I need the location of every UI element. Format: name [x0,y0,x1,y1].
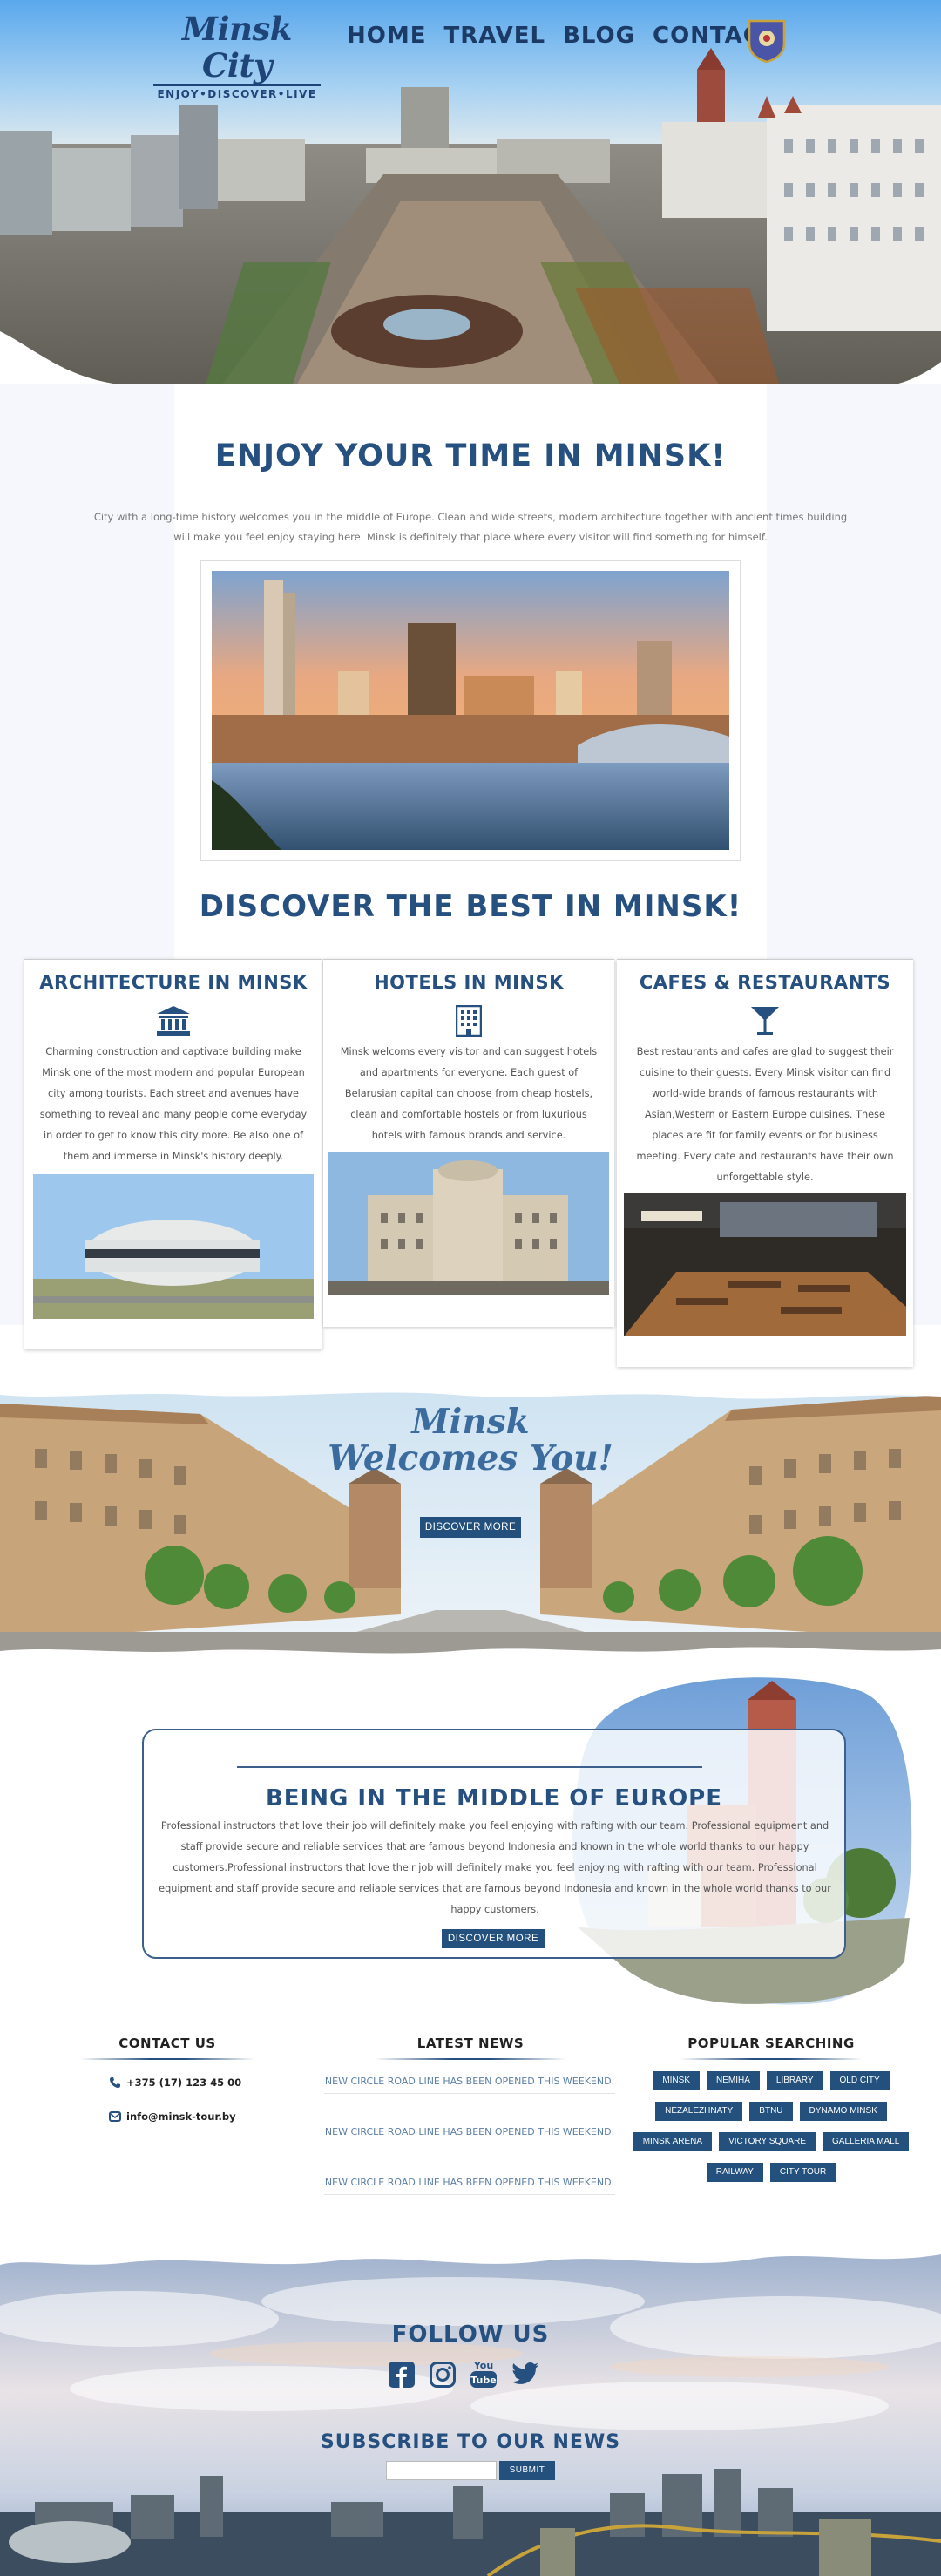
tag-btnu[interactable]: BTNU [749,2102,793,2121]
card-architecture: ARCHITECTURE IN MINSK Charming construct… [24,959,322,1349]
hero-city-photo [0,0,941,401]
europe-title-rule [237,1766,702,1768]
phone-icon [110,2077,120,2088]
europe-title: BEING IN THE MIDDLE OF EUROPE [265,1785,722,1811]
card-cafes: CAFES & RESTAURANTS Best restaurants and… [617,959,913,1367]
news-title: LATEST NEWS [416,2036,525,2051]
europe-text: Professional instructors that love their… [159,1820,831,1915]
card-cafes-title: CAFES & RESTAURANTS [639,972,891,993]
nav-blog[interactable]: BLOG [563,23,635,49]
bank-icon [157,1006,190,1036]
welcome-line-1: Minsk [411,1402,530,1442]
popular-row-2: NEZALEZHNATY BTNU DYNAMO MINSK [632,2102,911,2121]
main-nav: HOME TRAVEL BLOG CONTACT [347,23,777,49]
tag-minsk-arena[interactable]: MINSK ARENA [633,2132,713,2151]
popular-row-4: RAILWAY CITY TOUR [632,2163,911,2182]
subscribe-submit-button[interactable]: SUBMIT [499,2461,555,2480]
welcome-heading: Minsk Welcomes You! [296,1404,645,1477]
tag-nezalezhnaty[interactable]: NEZALEZHNATY [655,2102,743,2121]
card-cafes-image [624,1193,906,1336]
facebook-icon[interactable] [389,2362,415,2388]
card-cafes-text: Best restaurants and cafes are glad to s… [636,1046,894,1183]
card-hotels-image [328,1152,609,1295]
contact-title-rule [80,2058,254,2060]
tag-minsk[interactable]: MINSK [653,2071,700,2090]
skyline-image [212,571,729,850]
news-item-3[interactable]: NEW CIRCLE ROAD LINE HAS BEEN OPENED THI… [324,2172,615,2195]
tag-city-tour[interactable]: CITY TOUR [769,2163,836,2182]
card-architecture-text: Charming construction and captivate buil… [39,1046,308,1162]
youtube-label-bottom: Tube [470,2375,496,2386]
tag-old-city[interactable]: OLD CITY [829,2071,890,2090]
tag-nemiha[interactable]: NEMIHA [707,2071,760,2090]
follow-us-title: FOLLOW US [391,2321,550,2348]
logo-name: Minsk City [182,10,292,85]
youtube-icon[interactable]: You Tube [470,2358,498,2389]
logo-tagline: ENJOY•DISCOVER•LIVE [157,88,317,100]
tag-galleria-mall[interactable]: GALLERIA MALL [823,2132,910,2151]
popular-title: POPULAR SEARCHING [687,2036,855,2051]
card-architecture-title: ARCHITECTURE IN MINSK [39,972,308,993]
subscribe-title: SUBSCRIBE TO OUR NEWS [320,2431,621,2453]
subscribe-email-input[interactable] [386,2461,497,2480]
nav-travel[interactable]: TRAVEL [444,23,546,49]
contact-email[interactable]: info@minsk-tour.by [109,2110,236,2123]
building-icon [456,1005,482,1037]
envelope-icon [109,2111,121,2122]
contact-title: CONTACT US [118,2036,216,2051]
contact-phone[interactable]: +375 (17) 123 45 00 [109,2076,241,2089]
coat-of-arms-icon [748,19,786,63]
welcome-discover-more-button[interactable]: DISCOVER MORE [420,1517,521,1538]
card-hotels: HOTELS IN MINSK Minsk welcoms every visi… [323,959,614,1327]
nav-home[interactable]: HOME [347,23,427,49]
popular-row-1: MINSK NEMIHA LIBRARY OLD CITY [632,2071,911,2090]
contact-email-text: info@minsk-tour.by [126,2110,236,2123]
news-title-rule [375,2058,566,2060]
youtube-label-top: You [473,2360,493,2371]
card-architecture-image [33,1174,314,1319]
europe-discover-more-button[interactable]: DISCOVER MORE [442,1929,545,1948]
twitter-icon[interactable] [511,2362,539,2386]
tag-victory-square[interactable]: VICTORY SQUARE [719,2132,816,2151]
popular-row-3: MINSK ARENA VICTORY SQUARE GALLERIA MALL [623,2132,919,2151]
instagram-icon[interactable] [430,2362,456,2388]
cocktail-icon [751,1007,779,1035]
contact-phone-text: +375 (17) 123 45 00 [126,2076,242,2089]
footer-sky-photo [0,2240,941,2576]
intro-text: City with a long-time history welcomes y… [93,511,848,543]
news-item-1[interactable]: NEW CIRCLE ROAD LINE HAS BEEN OPENED THI… [324,2071,615,2094]
tag-library[interactable]: LIBRARY [766,2071,823,2090]
intro-title: ENJOY YOUR TIME IN MINSK! [214,438,727,473]
popular-title-rule [680,2058,863,2060]
welcome-line-2: Welcomes You! [328,1438,613,1478]
site-logo[interactable]: Minsk City ENJOY•DISCOVER•LIVE [150,10,324,100]
skyline-photo [200,560,741,861]
card-hotels-text: Minsk welcoms every visitor and can sugg… [340,1046,598,1141]
tag-railway[interactable]: RAILWAY [706,2163,763,2182]
hero-banner: Minsk City ENJOY•DISCOVER•LIVE HOME TRAV… [0,0,941,401]
news-item-2[interactable]: NEW CIRCLE ROAD LINE HAS BEEN OPENED THI… [324,2122,615,2144]
discover-title: DISCOVER THE BEST IN MINSK! [199,889,742,924]
tag-dynamo-minsk[interactable]: DYNAMO MINSK [799,2102,887,2121]
card-hotels-title: HOTELS IN MINSK [374,972,564,993]
